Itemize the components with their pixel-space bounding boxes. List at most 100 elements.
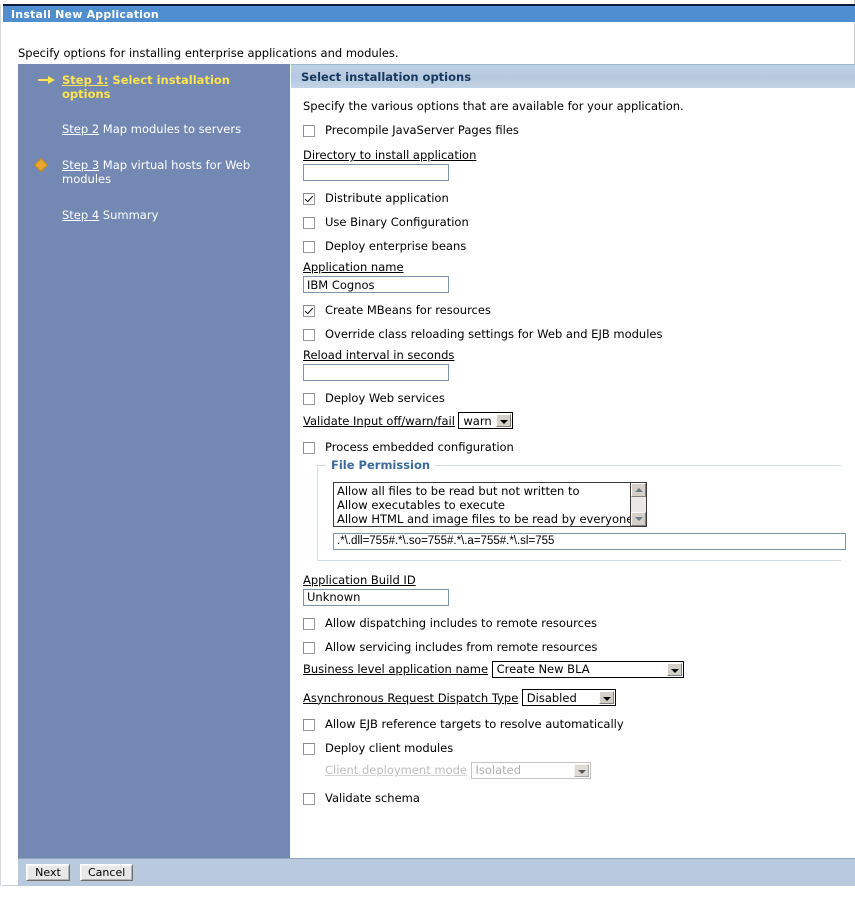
checkbox-row-allow-servicing-includes[interactable]: Allow servicing includes from remote res…: [303, 639, 855, 654]
label-application-name: Application name: [303, 260, 404, 274]
page-title: Select installation options: [301, 69, 472, 84]
checkbox-label-deploy-client-modules: Deploy client modules: [325, 740, 454, 755]
field-validate-input: Validate Input off/warn/fail warn: [303, 412, 855, 430]
checkbox-row-deploy-enterprise-beans[interactable]: Deploy enterprise beans: [303, 240, 855, 253]
input-directory-to-install[interactable]: [303, 164, 449, 181]
checkbox-allow-dispatching-includes[interactable]: [303, 617, 315, 630]
diamond-icon: [35, 159, 47, 171]
checkbox-row-distribute-application[interactable]: Distribute application: [303, 192, 855, 205]
sidebar-item-step-2-label: Step 2: [62, 122, 100, 136]
select-bla-name[interactable]: Create New BLA: [491, 660, 684, 678]
checkbox-label-allow-ejb-reference-targets: Allow EJB reference targets to resolve a…: [325, 716, 624, 731]
content-panel: Select installation options Specify the …: [291, 64, 855, 858]
checkbox-label-distribute-application: Distribute application: [325, 191, 449, 205]
checkbox-process-embedded-configuration[interactable]: [303, 441, 315, 454]
next-button[interactable]: Next: [26, 864, 70, 881]
checkbox-label-allow-servicing-includes: Allow servicing includes from remote res…: [325, 639, 598, 654]
sidebar-item-step-4[interactable]: Step 4 Summary: [18, 208, 290, 222]
checkbox-label-use-binary-configuration: Use Binary Configuration: [325, 215, 469, 229]
checkbox-row-allow-dispatching-includes[interactable]: Allow dispatching includes to remote res…: [303, 615, 855, 630]
input-application-build-id[interactable]: [303, 588, 449, 606]
checkbox-row-deploy-client-modules[interactable]: Deploy client modules: [303, 740, 855, 755]
chevron-down-icon[interactable]: [598, 691, 614, 704]
checkbox-label-process-embedded-configuration: Process embedded configuration: [325, 439, 514, 454]
label-validate-input: Validate Input off/warn/fail: [303, 413, 455, 428]
install-new-application-window: Install New Application Specify options …: [0, 0, 855, 912]
label-bla-name: Business level application name: [303, 662, 489, 676]
select-client-deployment-mode-value: Isolated: [475, 763, 522, 777]
footer-bar: Next Cancel: [18, 858, 855, 886]
checkbox-label-deploy-enterprise-beans: Deploy enterprise beans: [325, 239, 467, 253]
scroll-up-icon[interactable]: [631, 482, 646, 497]
sidebar-item-step-3-label: Step 3: [62, 158, 100, 172]
field-ard-type: Asynchronous Request Dispatch Type Disab…: [303, 689, 855, 707]
select-ard-type-value: Disabled: [526, 690, 577, 705]
file-permission-inner: Allow all files to be read but not writt…: [318, 466, 846, 550]
sidebar-item-step-2[interactable]: Step 2 Map modules to servers: [18, 122, 290, 136]
checkbox-deploy-client-modules[interactable]: [303, 742, 315, 755]
sidebar-item-step-1[interactable]: Step 1: Select installation options: [18, 73, 290, 101]
input-file-permission[interactable]: [333, 532, 846, 550]
select-client-deployment-mode: Isolated: [470, 761, 591, 779]
listbox-file-permission-items[interactable]: Allow all files to be read but not writt…: [334, 483, 630, 526]
select-bla-name-value: Create New BLA: [496, 662, 590, 676]
file-permission-group: File Permission Allow all files to be re…: [317, 457, 846, 561]
sidebar-item-step-2-text: Map modules to servers: [99, 122, 242, 136]
list-item[interactable]: Allow executables to execute: [337, 498, 630, 512]
field-application-build-id: Application Build ID: [303, 573, 855, 606]
checkbox-row-validate-schema[interactable]: Validate schema: [303, 792, 855, 805]
checkbox-precompile-jsp[interactable]: [303, 125, 315, 137]
checkbox-row-deploy-web-services[interactable]: Deploy Web services: [303, 392, 855, 405]
chevron-down-icon: [573, 763, 589, 777]
field-directory-to-install: Directory to install application: [303, 148, 855, 181]
list-item[interactable]: Allow HTML and image files to be read by…: [337, 512, 630, 526]
checkbox-row-process-embedded-configuration[interactable]: Process embedded configuration: [303, 439, 855, 454]
checkbox-use-binary-configuration[interactable]: [303, 217, 315, 229]
checkbox-row-create-mbeans[interactable]: Create MBeans for resources: [303, 304, 855, 317]
window-left-edge: [0, 4, 2, 886]
checkbox-deploy-enterprise-beans[interactable]: [303, 241, 315, 253]
checkbox-row-override-class-reloading[interactable]: Override class reloading settings for We…: [303, 328, 855, 341]
chevron-down-icon[interactable]: [666, 662, 682, 676]
checkbox-allow-servicing-includes[interactable]: [303, 641, 315, 654]
select-ard-type[interactable]: Disabled: [521, 689, 616, 706]
chevron-down-icon[interactable]: [496, 414, 512, 427]
checkbox-allow-ejb-reference-targets[interactable]: [303, 718, 315, 731]
checkbox-distribute-application[interactable]: [303, 193, 315, 205]
checkbox-label-allow-dispatching-includes: Allow dispatching includes to remote res…: [325, 615, 598, 630]
select-validate-input[interactable]: warn: [458, 412, 514, 429]
field-client-deployment-mode: Client deployment mode Isolated: [325, 761, 855, 780]
checkbox-row-use-binary-configuration[interactable]: Use Binary Configuration: [303, 216, 855, 229]
checkbox-label-create-mbeans: Create MBeans for resources: [325, 303, 491, 317]
checkbox-row-allow-ejb-reference-targets[interactable]: Allow EJB reference targets to resolve a…: [303, 716, 855, 731]
checkbox-row-precompile-jsp[interactable]: Precompile JavaServer Pages files: [303, 124, 855, 137]
checkbox-validate-schema[interactable]: [303, 793, 315, 805]
sidebar-item-step-3[interactable]: Step 3 Map virtual hosts for Web modules: [18, 158, 290, 186]
list-item[interactable]: Allow all files to be read but not writt…: [337, 484, 630, 498]
checkbox-label-precompile-jsp: Precompile JavaServer Pages files: [325, 123, 519, 137]
checkbox-deploy-web-services[interactable]: [303, 393, 315, 405]
checkbox-override-class-reloading[interactable]: [303, 329, 315, 341]
content-header-bar: Select installation options: [291, 64, 855, 88]
cancel-button[interactable]: Cancel: [80, 864, 134, 881]
page-intro-text: Specify options for installing enterpris…: [18, 46, 399, 60]
sidebar-item-step-4-label: Step 4: [62, 208, 100, 222]
window-titlebar: Install New Application: [3, 4, 855, 22]
window-title: Install New Application: [11, 7, 159, 21]
label-directory-to-install: Directory to install application: [303, 148, 477, 162]
label-application-build-id: Application Build ID: [303, 572, 416, 587]
input-reload-interval[interactable]: [303, 364, 449, 381]
content-description: Specify the various options that are ava…: [303, 99, 684, 113]
field-bla-name: Business level application name Create N…: [303, 660, 855, 679]
file-permission-legend: File Permission: [326, 457, 436, 472]
checkbox-create-mbeans[interactable]: [303, 305, 315, 317]
listbox-file-permission[interactable]: Allow all files to be read but not writt…: [333, 481, 647, 527]
scroll-down-icon[interactable]: [631, 511, 646, 526]
select-validate-input-value: warn: [463, 413, 492, 428]
field-reload-interval: Reload interval in seconds: [303, 348, 855, 381]
label-client-deployment-mode: Client deployment mode: [325, 763, 468, 777]
sidebar-item-step-1-label: Step 1:: [62, 73, 109, 87]
sidebar-item-step-4-text: Summary: [99, 208, 159, 222]
listbox-scrollbar[interactable]: [630, 482, 646, 526]
input-application-name[interactable]: [303, 276, 449, 293]
